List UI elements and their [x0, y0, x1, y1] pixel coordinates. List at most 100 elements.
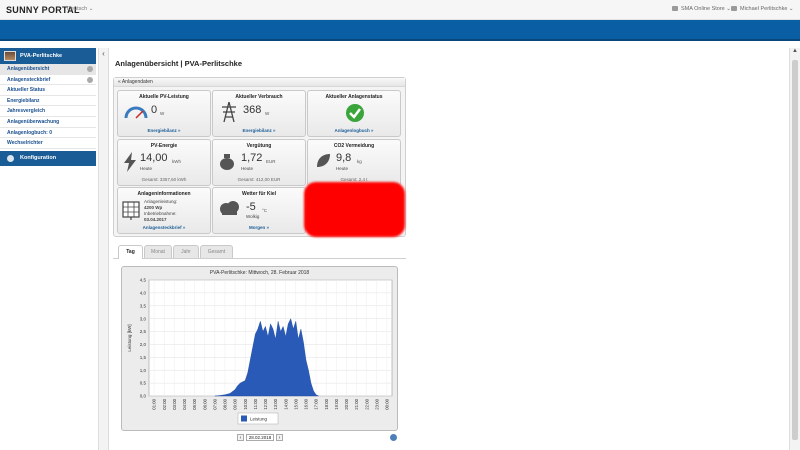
sidebar-item-anlagenuebersicht[interactable]: Anlagenübersicht [0, 64, 96, 75]
power-pylon-icon [222, 101, 236, 123]
tile-plant-info: Anlageninformationen Anlagenleistung: 42… [117, 187, 211, 234]
chevron-left-icon: ‹ [102, 49, 105, 58]
pv-energy-value: 14,00 [140, 152, 168, 164]
compensation-value: 1,72 [241, 152, 263, 164]
tile-weather: Wetter für Kiel -5 °C Wolkig Morgen » [212, 187, 306, 234]
gear-icon[interactable] [87, 66, 93, 72]
pv-energy-unit: kWh [172, 159, 181, 164]
wrench-icon [7, 154, 14, 162]
top-bar: SUNNY PORTAL Deutsch ⌄ SMA Online Store … [0, 0, 800, 20]
sidebar-item-energiebilanz[interactable]: Energiebilanz [0, 96, 96, 107]
scroll-up-icon[interactable]: ▲ [790, 48, 800, 54]
weather-unit: °C [262, 208, 268, 213]
user-name: Michael Perlitschke ⌄ [740, 6, 794, 12]
co2-unit: kg [357, 159, 362, 164]
date-field[interactable]: 28.02.2018 [246, 434, 274, 441]
pv-energy-total: Gesamt: 3357,60 kWh [141, 177, 187, 182]
tile-pv-energy: PV-Energie 14,00 kWh Heute Gesamt: 3357,… [117, 139, 211, 186]
cart-icon [672, 6, 678, 11]
sidebar-collapse-bar[interactable]: ‹ [98, 48, 109, 450]
chart-settings-icon[interactable] [390, 434, 397, 441]
sidebar-item-label: Energiebilanz [7, 97, 40, 104]
tile-title: Wetter für Kiel [241, 191, 277, 197]
panel-header[interactable]: « Anlagendaten [114, 78, 405, 87]
sidebar-item-anlagensteckbrief[interactable]: Anlagensteckbrief [0, 75, 96, 86]
y-tick-label: 1,5 [140, 355, 147, 360]
link-anlagenlogbuch[interactable]: Anlagenlogbuch » [308, 128, 400, 133]
x-tick-label: 14:00 [283, 398, 288, 409]
sidebar-item-label: Anlagenlogbuch: 0 [7, 129, 52, 136]
link-energiebilanz[interactable]: Energiebilanz » [118, 128, 210, 133]
tab-monat[interactable]: Monat [144, 245, 172, 258]
sidebar-configuration[interactable]: Konfiguration [0, 150, 96, 166]
x-tick-label: 20:00 [344, 398, 349, 409]
tab-jahr[interactable]: Jahr [173, 245, 199, 258]
legend-label-leistung: Leistung [250, 417, 268, 422]
tile-title: Aktueller Anlagenstatus [325, 94, 383, 100]
user-icon [731, 6, 737, 11]
x-tick-label: 10:00 [243, 398, 248, 409]
x-tick-label: 00:00 [385, 398, 390, 409]
sidebar-item-anlagenueberwachung[interactable]: Anlagenüberwachung [0, 117, 96, 128]
y-tick-label: 1,0 [140, 368, 147, 373]
sidebar-item-label: Anlagenübersicht [7, 66, 50, 72]
tab-gesamt[interactable]: Gesamt [200, 245, 233, 258]
x-tick-label: 21:00 [354, 398, 359, 409]
tab-tag[interactable]: Tag [118, 245, 143, 259]
scrollbar-thumb[interactable] [792, 60, 798, 440]
pv-power-value: 0 [151, 104, 158, 116]
online-store-link[interactable]: SMA Online Store ⌄ [672, 6, 731, 12]
page-title: Anlagenübersicht | PVA-Perlitschke [115, 59, 242, 68]
page-scrollbar[interactable]: ▲ [789, 48, 800, 450]
y-tick-label: 2,0 [140, 342, 147, 347]
x-tick-label: 04:00 [182, 398, 187, 409]
x-tick-label: 23:00 [374, 398, 379, 409]
x-tick-label: 09:00 [233, 398, 238, 409]
tile-plant-status: Aktueller Anlagenstatus Anlagenlogbuch » [307, 90, 401, 137]
x-tick-label: 17:00 [314, 398, 319, 409]
y-tick-label: 3,5 [140, 303, 147, 308]
sidebar-item-label: Anlagenüberwachung [7, 118, 60, 125]
language-selector[interactable]: Deutsch ⌄ [67, 6, 93, 12]
sidebar-item-label: Anlagensteckbrief [7, 76, 51, 83]
x-tick-label: 16:00 [304, 398, 309, 409]
x-tick-label: 13:00 [273, 398, 278, 409]
online-store-label: SMA Online Store ⌄ [681, 6, 731, 12]
legend-swatch-leistung [241, 415, 247, 422]
weather-temperature: -5 [246, 201, 256, 213]
sidebar-item-anlagenlogbuch[interactable]: Anlagenlogbuch: 0 [0, 128, 96, 139]
tile-title: Aktueller Verbrauch [235, 94, 283, 100]
info-commissioning-value: 03.04.2017 [144, 217, 167, 222]
link-morgen[interactable]: Morgen » [213, 225, 305, 230]
previous-day-button[interactable]: ‹ [237, 434, 244, 441]
money-bag-icon [220, 154, 234, 170]
tile-pv-power: Aktuelle PV-Leistung 0 W Energiebilanz » [117, 90, 211, 137]
info-capacity-value: 4200 Wp [144, 205, 163, 210]
y-axis-label: Leistung [kW] [127, 324, 132, 351]
tile-compensation: Vergütung 1,72 EUR Heute Gesamt: 412,00 … [212, 139, 306, 186]
co2-value: 9,8 [336, 152, 352, 164]
sidebar-plant-header[interactable]: PVA-Perlitschke [0, 48, 96, 64]
cloud-icon [220, 201, 239, 215]
next-day-button[interactable]: › [276, 434, 283, 441]
gear-icon[interactable] [87, 76, 93, 83]
lightning-icon [124, 152, 136, 172]
link-energiebilanz[interactable]: Energiebilanz » [213, 128, 305, 133]
sidebar-item-aktueller-status[interactable]: Aktueller Status [0, 85, 96, 96]
x-tick-label: 11:00 [253, 398, 258, 409]
sidebar-item-jahresvergleich[interactable]: Jahresvergleich [0, 106, 96, 117]
sidebar-item-wechselrichter[interactable]: Wechselrichter [0, 138, 96, 149]
x-tick-label: 05:00 [192, 398, 197, 409]
checkmark-ok-icon [346, 104, 364, 122]
y-tick-label: 0,5 [140, 381, 147, 386]
pv-energy-period: Heute [140, 166, 153, 171]
sidebar-item-label: Wechselrichter [7, 140, 43, 147]
weather-condition: Wolkig [246, 214, 260, 219]
co2-period: Heute [336, 166, 349, 171]
link-anlagensteckbrief[interactable]: Anlagensteckbrief » [118, 225, 210, 230]
sidebar-item-label: Jahresvergleich [7, 108, 46, 115]
consumption-unit: W [265, 111, 270, 116]
header-band [0, 20, 800, 41]
tile-title: Aktuelle PV-Leistung [139, 94, 189, 100]
user-menu[interactable]: Michael Perlitschke ⌄ [731, 6, 794, 12]
